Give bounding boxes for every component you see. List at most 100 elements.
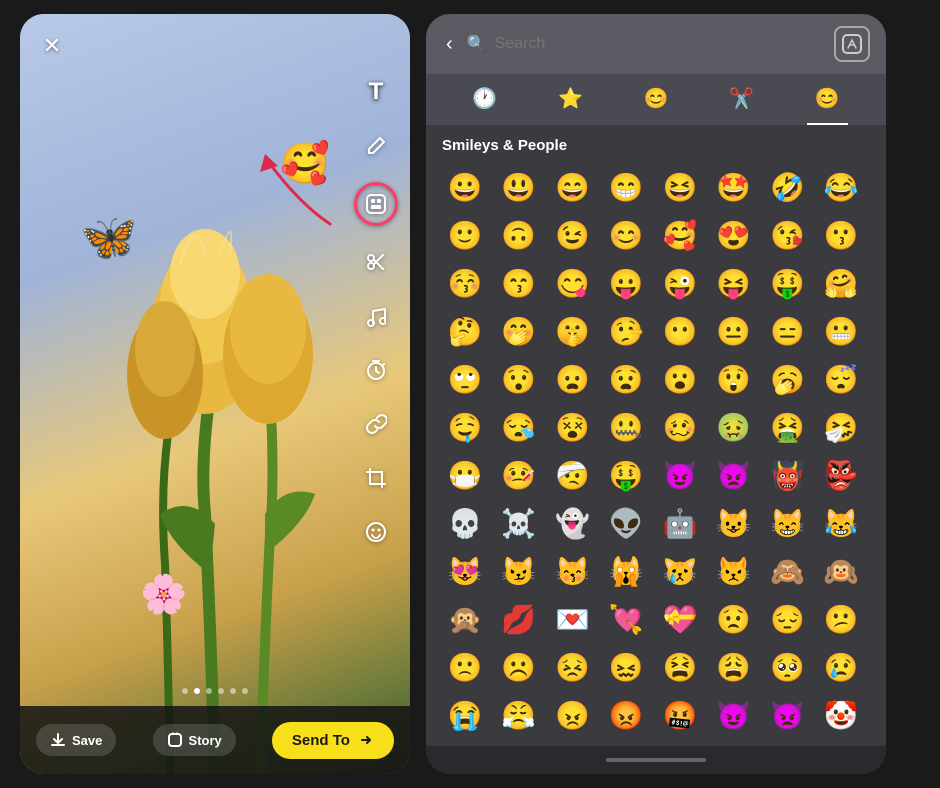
emoji-cell[interactable]: 🤡: [818, 692, 864, 738]
emoji-cell[interactable]: 😔: [765, 596, 811, 642]
emoji-cell[interactable]: 😍: [711, 212, 757, 258]
emoji-cell[interactable]: 😆: [657, 164, 703, 210]
emoji-cell[interactable]: 😀: [442, 164, 488, 210]
emoji-cell[interactable]: 😪: [496, 404, 542, 450]
emoji-cell[interactable]: 😦: [550, 356, 596, 402]
emoji-cell[interactable]: 😹: [818, 500, 864, 546]
emoji-cell[interactable]: 😈: [711, 692, 757, 738]
search-input[interactable]: [495, 35, 824, 53]
emoji-cell[interactable]: 😉: [550, 212, 596, 258]
emoji-cell[interactable]: 🥴: [657, 404, 703, 450]
emoji-cell[interactable]: 😽: [550, 548, 596, 594]
close-button[interactable]: ✕: [36, 30, 68, 62]
emoji-cell[interactable]: ☹️: [496, 644, 542, 690]
emoji-cell[interactable]: 😃: [496, 164, 542, 210]
emoji-cell[interactable]: 😁: [603, 164, 649, 210]
emoji-cell[interactable]: 👿: [711, 452, 757, 498]
emoji-cell[interactable]: 😈: [657, 452, 703, 498]
emoji-cell[interactable]: 😾: [711, 548, 757, 594]
emoji-cell[interactable]: 🙈: [765, 548, 811, 594]
emoji-cell[interactable]: 😼: [496, 548, 542, 594]
emoji-cell[interactable]: 😠: [550, 692, 596, 738]
emoji-cell[interactable]: 🥺: [765, 644, 811, 690]
emoji-cell[interactable]: 😭: [442, 692, 488, 738]
emoji-cell[interactable]: 😷: [442, 452, 488, 498]
scissors-tool-button[interactable]: [358, 244, 394, 280]
link-tool-button[interactable]: [358, 406, 394, 442]
emoji-cell[interactable]: 💌: [550, 596, 596, 642]
emoji-cell[interactable]: 🤤: [442, 404, 488, 450]
emoji-cell[interactable]: 🙊: [442, 596, 488, 642]
emoji-cell[interactable]: 😴: [818, 356, 864, 402]
flower-sticker[interactable]: 🌸: [140, 576, 187, 614]
emoji-cell[interactable]: 🙄: [442, 356, 488, 402]
emoji-cell[interactable]: 😜: [657, 260, 703, 306]
emoji-cell[interactable]: 👺: [818, 452, 864, 498]
emoji-cell[interactable]: 🤑: [765, 260, 811, 306]
emoji-cell[interactable]: 😵: [550, 404, 596, 450]
emoji-cell[interactable]: 🤣: [765, 164, 811, 210]
emoji-cell[interactable]: 😘: [765, 212, 811, 258]
smileys-tab[interactable]: 😊: [636, 82, 677, 115]
save-button[interactable]: Save: [36, 724, 116, 756]
emoji-cell[interactable]: 😮: [657, 356, 703, 402]
emoji-cell[interactable]: 😄: [550, 164, 596, 210]
emoji-cell[interactable]: 😂: [818, 164, 864, 210]
butterfly-sticker[interactable]: 🦋: [80, 214, 137, 260]
emoji-cell[interactable]: 🤥: [603, 308, 649, 354]
sticker-tool-button[interactable]: [354, 182, 398, 226]
emoji-cell[interactable]: 😺: [711, 500, 757, 546]
story-button[interactable]: Story: [153, 724, 236, 756]
emoji-cell[interactable]: 🤭: [496, 308, 542, 354]
emoji-cell[interactable]: 🤮: [765, 404, 811, 450]
emoji-cell[interactable]: 😫: [657, 644, 703, 690]
emoji-cell[interactable]: 😐: [711, 308, 757, 354]
emoji-cell[interactable]: 😻: [442, 548, 488, 594]
emoji-cell[interactable]: 🤫: [550, 308, 596, 354]
emoji-cell[interactable]: 😬: [818, 308, 864, 354]
emoji-cell[interactable]: 🤬: [657, 692, 703, 738]
emoji-cell[interactable]: 🤐: [603, 404, 649, 450]
emoji-cell[interactable]: 😡: [603, 692, 649, 738]
emoji-cell[interactable]: 😚: [442, 260, 488, 306]
selected-tab[interactable]: 😊: [807, 82, 848, 115]
emoji-cell[interactable]: 🙂: [442, 212, 488, 258]
emoji-cell[interactable]: 😧: [603, 356, 649, 402]
emoji-cell[interactable]: 🤢: [711, 404, 757, 450]
music-tool-button[interactable]: [358, 298, 394, 334]
emoji-cell[interactable]: 👻: [550, 500, 596, 546]
emoji-cell[interactable]: 😸: [765, 500, 811, 546]
emoji-cell[interactable]: 🤗: [818, 260, 864, 306]
scissors-tab[interactable]: ✂️: [721, 82, 762, 115]
emoji-cell[interactable]: 😛: [603, 260, 649, 306]
emoji-cell[interactable]: 🤒: [496, 452, 542, 498]
emoji-cell[interactable]: 👹: [765, 452, 811, 498]
emoji-cell[interactable]: 🙁: [442, 644, 488, 690]
emoji-cell[interactable]: 😟: [711, 596, 757, 642]
emoji-cell[interactable]: 🤕: [550, 452, 596, 498]
emoji-cell[interactable]: 😖: [603, 644, 649, 690]
snapchat-sticker-button[interactable]: [834, 26, 870, 62]
text-tool-button[interactable]: T: [358, 74, 394, 110]
emoji-cell[interactable]: 💀: [442, 500, 488, 546]
emoji-cell[interactable]: 👿: [765, 692, 811, 738]
emoji-cell[interactable]: 👽: [603, 500, 649, 546]
emoji-cell[interactable]: 🤧: [818, 404, 864, 450]
emoji-cell[interactable]: 😝: [711, 260, 757, 306]
emoji-cell[interactable]: 🤩: [711, 164, 757, 210]
emoji-cell[interactable]: 😙: [496, 260, 542, 306]
emoji-cell[interactable]: 🤑: [603, 452, 649, 498]
pen-tool-button[interactable]: [358, 128, 394, 164]
emoji-cell[interactable]: 😢: [818, 644, 864, 690]
emoji-cell[interactable]: 🙉: [818, 548, 864, 594]
emoji-cell[interactable]: 😣: [550, 644, 596, 690]
favorites-tab[interactable]: ⭐: [550, 82, 591, 115]
recent-tab[interactable]: 🕐: [464, 82, 505, 115]
emoji-cell[interactable]: 🙀: [603, 548, 649, 594]
emoji-cell[interactable]: 😶: [657, 308, 703, 354]
emoji-cell[interactable]: 😕: [818, 596, 864, 642]
back-button[interactable]: ‹: [442, 29, 457, 60]
timer-tool-button[interactable]: [358, 352, 394, 388]
emoji-cell[interactable]: 😗: [818, 212, 864, 258]
emoji-cell[interactable]: 😑: [765, 308, 811, 354]
